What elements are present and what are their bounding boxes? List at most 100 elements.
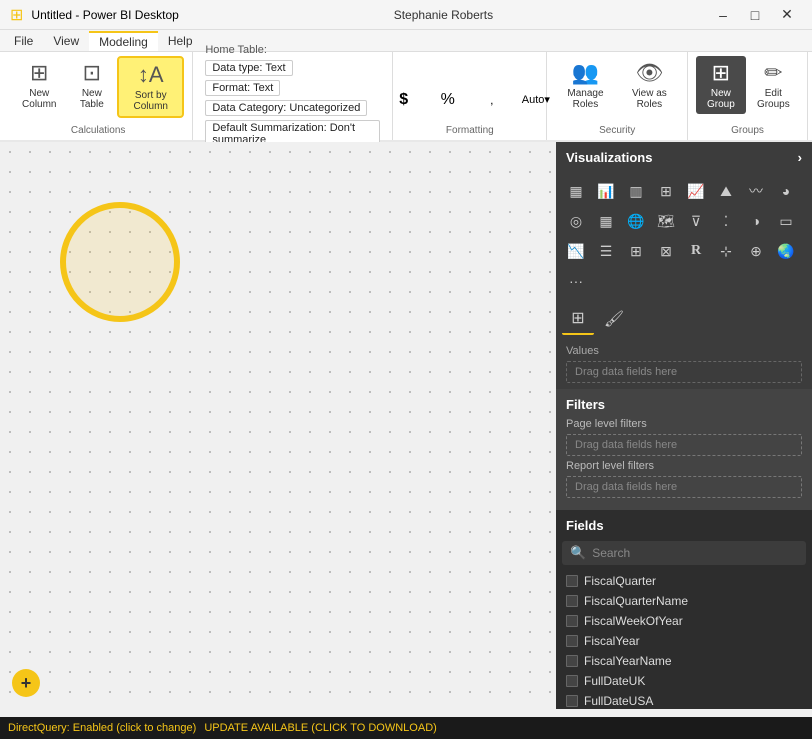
field-item[interactable]: FiscalWeekOfYear	[556, 611, 812, 631]
visualizations-expand-icon[interactable]: ›	[798, 150, 802, 165]
view-as-roles-button[interactable]: 👁 View as Roles	[620, 56, 679, 114]
fields-search-box[interactable]: 🔍	[562, 541, 806, 565]
viz-custom2-icon[interactable]: ⊕	[742, 237, 770, 265]
comma-btn[interactable]: ,	[472, 91, 512, 109]
sort-by-column-button[interactable]: ↕A Sort by Column	[117, 56, 184, 118]
home-table-label: Home Table:	[205, 44, 305, 56]
viz-table-icon[interactable]: ⊞	[622, 237, 650, 265]
fields-list: FiscalQuarter FiscalQuarterName FiscalWeek…	[556, 571, 812, 709]
viz-area-icon[interactable]: ⛰	[712, 177, 740, 205]
field-item[interactable]: FiscalQuarter	[556, 571, 812, 591]
field-item[interactable]: FiscalQuarterName	[556, 591, 812, 611]
new-group-icon: ⊞	[712, 60, 730, 86]
ribbon-group-groups: ⊞ New Group ✏ Edit Groups Groups	[688, 52, 808, 140]
viz-r-visual-icon[interactable]: R	[682, 237, 710, 265]
data-type-value[interactable]: Data type: Text	[205, 60, 292, 76]
format-row: Format: Text	[205, 80, 380, 96]
new-column-button[interactable]: ⊞ New Column	[12, 56, 67, 114]
viz-globe-icon[interactable]: 🌏	[772, 237, 800, 265]
viz-stacked-bar-icon[interactable]: ▦	[562, 177, 590, 205]
add-page-button[interactable]: +	[12, 669, 40, 697]
viz-treemap-icon[interactable]: ▦	[592, 207, 620, 235]
field-checkbox[interactable]	[566, 575, 578, 587]
new-column-label: New Column	[18, 88, 61, 110]
home-table-row: Home Table:	[205, 44, 380, 56]
field-checkbox[interactable]	[566, 615, 578, 627]
page-level-filters-label: Page level filters	[566, 418, 802, 430]
report-level-drop-zone[interactable]: Drag data fields here	[566, 476, 802, 498]
viz-card-icon[interactable]: ▭	[772, 207, 800, 235]
groups-buttons: ⊞ New Group ✏ Edit Groups	[696, 56, 799, 123]
viz-line-icon[interactable]: 📈	[682, 177, 710, 205]
format-value[interactable]: Format: Text	[205, 80, 280, 96]
field-item[interactable]: FiscalYearName	[556, 651, 812, 671]
minimize-button[interactable]: –	[708, 5, 738, 25]
viz-slicer-icon[interactable]: ☰	[592, 237, 620, 265]
fields-header: Fields	[556, 510, 812, 541]
values-drop-zone[interactable]: Drag data fields here	[566, 361, 802, 383]
report-level-filters-label: Report level filters	[566, 460, 802, 472]
viz-pie-icon[interactable]: ◕	[772, 177, 800, 205]
search-icon: 🔍	[570, 545, 586, 561]
title-bar-title: Untitled - Power BI Desktop	[31, 8, 178, 22]
viz-stacked-bar2-icon[interactable]: ▥	[622, 177, 650, 205]
field-item[interactable]: FiscalYear	[556, 631, 812, 651]
search-input[interactable]	[592, 546, 798, 560]
data-category-row: Data Category: Uncategorized	[205, 100, 380, 116]
directquery-status[interactable]: DirectQuery: Enabled (click to change)	[8, 722, 196, 734]
field-name: FiscalQuarterName	[584, 594, 688, 608]
calculations-buttons: ⊞ New Column ⊡ New Table ↕A Sort by Colu…	[12, 56, 184, 123]
field-item[interactable]: FullDateUSA	[556, 691, 812, 709]
viz-100-stacked-icon[interactable]: ⊞	[652, 177, 680, 205]
percent-btn[interactable]: %	[428, 89, 468, 111]
viz-donut-icon[interactable]: ◎	[562, 207, 590, 235]
view-as-label: View as Roles	[626, 88, 673, 110]
viz-line2-icon[interactable]: 〰	[742, 177, 770, 205]
field-checkbox[interactable]	[566, 635, 578, 647]
manage-roles-button[interactable]: 👥 Manage Roles	[555, 56, 615, 114]
security-buttons: 👥 Manage Roles 👁 View as Roles	[555, 56, 679, 123]
viz-more-icon[interactable]: ···	[562, 267, 590, 295]
fields-panel: Fields 🔍 FiscalQuarterFiscalQuarterNameF…	[556, 510, 812, 709]
viz-gauge-icon[interactable]: ◑	[742, 207, 770, 235]
menu-modeling[interactable]: Modeling	[89, 31, 158, 51]
main-content: + Visualizations › ▦ 📊 ▥ ⊞ 📈 ⛰ 〰 ◕ ◎	[0, 142, 812, 709]
visualizations-panel: Visualizations › ▦ 📊 ▥ ⊞ 📈 ⛰ 〰 ◕ ◎ ▦ 🌐 🗺…	[556, 142, 812, 389]
data-category-value[interactable]: Data Category: Uncategorized	[205, 100, 367, 116]
field-checkbox[interactable]	[566, 595, 578, 607]
new-column-icon: ⊞	[30, 60, 48, 86]
viz-fields-tab[interactable]: ⊞	[562, 303, 594, 335]
menu-view[interactable]: View	[43, 32, 89, 50]
update-available[interactable]: UPDATE AVAILABLE (CLICK TO DOWNLOAD)	[204, 722, 436, 734]
viz-funnel-icon[interactable]: ⊽	[682, 207, 710, 235]
maximize-button[interactable]: □	[740, 5, 770, 25]
new-table-button[interactable]: ⊡ New Table	[69, 56, 116, 114]
viz-map-icon[interactable]: 🌐	[622, 207, 650, 235]
viz-format-tab[interactable]: 🖌	[598, 303, 630, 335]
canvas-area[interactable]: +	[0, 142, 556, 709]
field-checkbox[interactable]	[566, 655, 578, 667]
status-bar: DirectQuery: Enabled (click to change) U…	[0, 717, 812, 739]
new-table-icon: ⊡	[83, 60, 101, 86]
edit-groups-button[interactable]: ✏ Edit Groups	[748, 56, 799, 114]
new-group-button[interactable]: ⊞ New Group	[696, 56, 746, 114]
formatting-buttons: $ % , Auto▾	[384, 56, 556, 123]
page-level-drop-zone[interactable]: Drag data fields here	[566, 434, 802, 456]
menu-help[interactable]: Help	[158, 32, 203, 50]
viz-filled-map-icon[interactable]: 🗺	[652, 207, 680, 235]
field-checkbox[interactable]	[566, 695, 578, 707]
field-name: FiscalYear	[584, 634, 640, 648]
field-item[interactable]: FullDateUK	[556, 671, 812, 691]
close-button[interactable]: ✕	[772, 5, 802, 25]
viz-kpi-icon[interactable]: 📉	[562, 237, 590, 265]
viz-tabs: ⊞ 🖌	[556, 299, 812, 339]
view-as-icon: 👁	[635, 60, 663, 86]
viz-custom1-icon[interactable]: ⊹	[712, 237, 740, 265]
viz-clustered-bar-icon[interactable]: 📊	[592, 177, 620, 205]
menu-file[interactable]: File	[4, 32, 43, 50]
viz-matrix-icon[interactable]: ⊠	[652, 237, 680, 265]
field-checkbox[interactable]	[566, 675, 578, 687]
dollar-btn[interactable]: $	[384, 89, 424, 111]
visualizations-title: Visualizations	[566, 150, 652, 165]
viz-scatter-icon[interactable]: ⁚	[712, 207, 740, 235]
